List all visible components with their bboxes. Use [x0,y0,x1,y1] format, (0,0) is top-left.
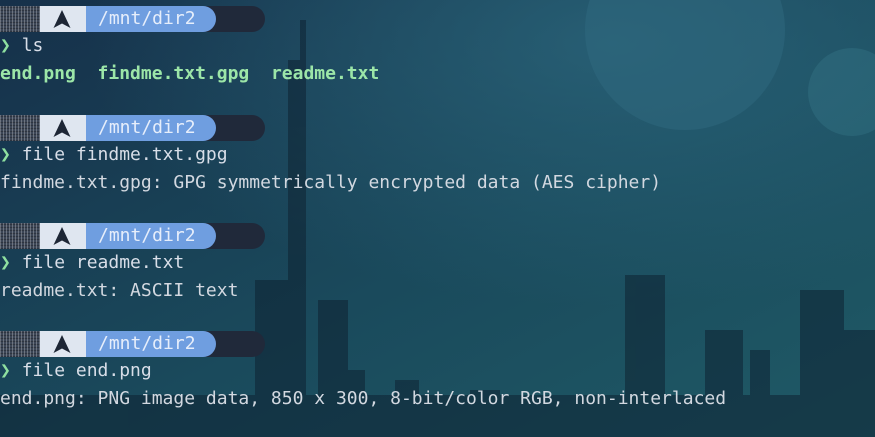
prompt-dither [0,6,40,32]
prompt-symbol: ❯ [0,35,11,56]
command-text: file findme.txt.gpg [21,144,228,165]
prompt-symbol: ❯ [0,360,11,381]
file-entry: readme.txt [270,63,380,84]
file-entry: end.png [0,63,76,84]
terminal-window[interactable]: /mnt/dir2 ❯ ls end.png findme.txt.gpg re… [0,0,875,437]
current-directory: /mnt/dir2 [98,117,196,138]
arch-linux-icon [53,335,71,353]
ls-output: end.png findme.txt.gpg readme.txt [0,62,379,86]
prompt-symbol: ❯ [0,252,11,273]
os-segment [40,6,86,32]
os-segment [40,115,86,141]
command-line: ❯ file readme.txt [0,251,184,275]
prompt-dither [0,223,40,249]
command-output: end.png: PNG image data, 850 x 300, 8-bi… [0,388,727,409]
prompt-bar: /mnt/dir2 [0,223,265,249]
current-directory: /mnt/dir2 [98,8,196,29]
os-segment [40,331,86,357]
prompt-symbol: ❯ [0,144,11,165]
arch-linux-icon [53,119,71,137]
command-text: file readme.txt [21,252,185,273]
current-directory: /mnt/dir2 [98,333,196,354]
os-segment [40,223,86,249]
path-segment: /mnt/dir2 [86,6,216,32]
arch-linux-icon [53,10,71,28]
path-segment: /mnt/dir2 [86,331,216,357]
prompt-dither [0,331,40,357]
command-line: ❯ file findme.txt.gpg [0,143,228,167]
file-entry: findme.txt.gpg [97,63,250,84]
prompt-bar: /mnt/dir2 [0,6,265,32]
current-directory: /mnt/dir2 [98,225,196,246]
command-text: ls [21,35,44,56]
path-segment: /mnt/dir2 [86,223,216,249]
command-output: findme.txt.gpg: GPG symmetrically encryp… [0,172,662,193]
command-text: file end.png [21,360,152,381]
arch-linux-icon [53,227,71,245]
command-output: readme.txt: ASCII text [0,280,239,301]
command-line: ❯ ls [0,34,43,58]
prompt-dither [0,115,40,141]
prompt-bar: /mnt/dir2 [0,115,265,141]
prompt-bar: /mnt/dir2 [0,331,265,357]
command-line: ❯ file end.png [0,359,152,383]
path-segment: /mnt/dir2 [86,115,216,141]
